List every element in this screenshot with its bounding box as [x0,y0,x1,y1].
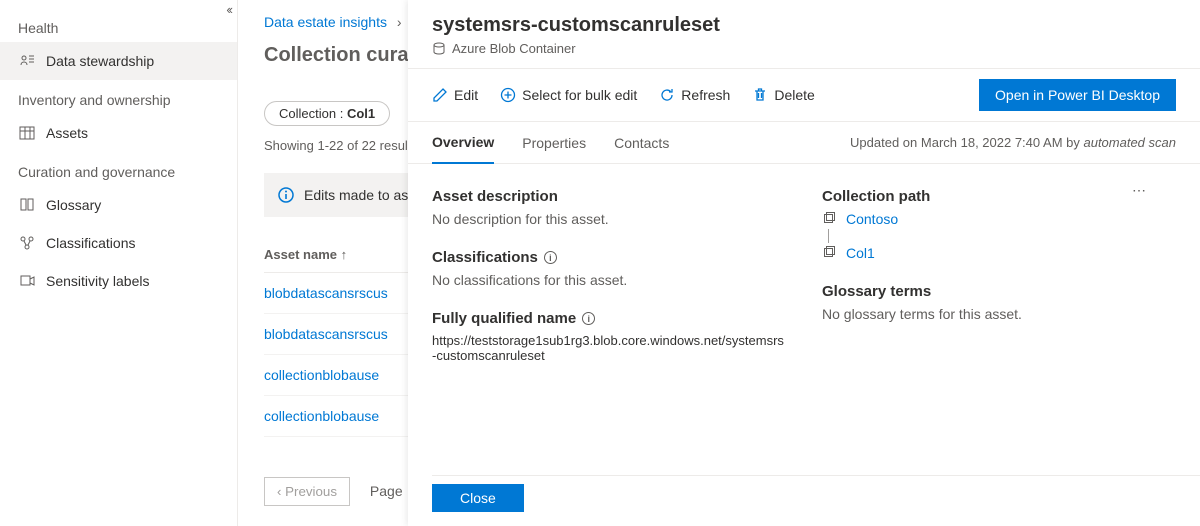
section-title-collection-path: Collection path [822,188,1176,205]
asset-title: systemsrs-customscanruleset [432,14,1176,37]
info-icon [278,187,294,203]
table-row[interactable]: collectionblobause [264,396,408,437]
sidebar-label: Glossary [46,197,101,213]
label: Delete [774,87,814,103]
sidebar-label: Classifications [46,235,135,251]
asset-link[interactable]: blobdatascansrscus [264,285,388,301]
delete-button[interactable]: Delete [752,87,814,103]
tab-contacts[interactable]: Contacts [614,123,669,163]
section-curation: Curation and governance [0,152,237,186]
collection-icon [822,246,836,260]
collection-link[interactable]: Col1 [846,245,875,261]
sidebar-label: Data stewardship [46,53,154,69]
previous-button[interactable]: ‹ Previous [264,477,350,506]
divider [432,475,1200,476]
label: Refresh [681,87,730,103]
stewardship-icon [18,52,36,70]
pagination: ‹ Previous Page [264,477,408,506]
breadcrumb-root[interactable]: Data estate insights [264,14,387,30]
sensitivity-icon [18,272,36,290]
label: Edit [454,87,478,103]
asset-subtype: Azure Blob Container [452,41,576,56]
sidebar-item-glossary[interactable]: Glossary [0,186,237,224]
plus-circle-icon [500,87,516,103]
info-hint-icon[interactable]: i [582,312,595,325]
breadcrumb[interactable]: Data estate insights › [264,14,408,30]
column-label: Asset name [264,247,337,262]
section-title-description: Asset description [432,188,786,205]
collection-icon [822,212,836,226]
sidebar-item-assets[interactable]: Assets [0,114,237,152]
asset-link[interactable]: collectionblobause [264,408,379,424]
classifications-icon [18,234,36,252]
delete-icon [752,87,768,103]
pill-label: Collection : [279,106,343,121]
sort-asc-icon: ↑ [341,247,348,262]
section-inventory: Inventory and ownership [0,80,237,114]
detail-tabs: Overview Properties Contacts Updated on … [408,122,1200,164]
chevron-right-icon: › [397,14,402,30]
overview-right-col: ⋯ Collection path Contoso Col1 Glossary … [822,182,1176,363]
description-body: No description for this asset. [432,211,786,227]
section-health: Health [0,8,237,42]
table-row[interactable]: collectionblobause [264,355,408,396]
label: Select for bulk edit [522,87,637,103]
middle-column: Data estate insights › Collection curati… [238,0,408,526]
edit-button[interactable]: Edit [432,87,478,103]
more-menu-icon[interactable]: ⋯ [1132,182,1148,199]
refresh-icon [659,87,675,103]
results-count: Showing 1-22 of 22 resul [264,138,408,153]
updated-timestamp: Updated on March 18, 2022 7:40 AM by aut… [850,123,1176,162]
select-bulk-button[interactable]: Select for bulk edit [500,87,637,103]
table-row[interactable]: blobdatascansrscus [264,314,408,355]
page-label: Page [370,483,403,499]
sidebar-label: Assets [46,125,88,141]
sidebar-item-classifications[interactable]: Classifications [0,224,237,262]
detail-header: systemsrs-customscanruleset Azure Blob C… [408,0,1200,68]
path-connector [828,229,1176,243]
tab-properties[interactable]: Properties [522,123,586,163]
collection-path-item[interactable]: Contoso [822,211,1176,227]
close-button[interactable]: Close [432,484,524,512]
glossary-icon [18,196,36,214]
collection-path-item[interactable]: Col1 [822,245,1176,261]
blob-container-icon [432,42,446,56]
info-banner: Edits made to as [264,173,408,217]
section-title-classifications: Classifications i [432,249,786,266]
table-header-asset-name[interactable]: Asset name ↑ [264,247,408,273]
section-title-glossary: Glossary terms [822,283,1176,300]
pill-value: Col1 [347,106,375,121]
collapse-icon[interactable]: ‹‹ [226,2,231,17]
sidebar-item-stewardship[interactable]: Data stewardship [0,42,237,80]
table-row[interactable]: blobdatascansrscus [264,273,408,314]
overview-content: Asset description No description for thi… [408,164,1200,381]
info-text: Edits made to as [304,187,408,203]
overview-left-col: Asset description No description for thi… [432,182,786,363]
filter-pill-collection[interactable]: Collection : Col1 [264,101,390,126]
section-title-fqn: Fully qualified name i [432,310,786,327]
open-power-bi-button[interactable]: Open in Power BI Desktop [979,79,1176,111]
left-sidebar: ‹‹ Health Data stewardship Inventory and… [0,0,238,526]
asset-link[interactable]: blobdatascansrscus [264,326,388,342]
edit-icon [432,87,448,103]
info-hint-icon[interactable]: i [544,251,557,264]
asset-link[interactable]: collectionblobause [264,367,379,383]
classifications-body: No classifications for this asset. [432,272,786,288]
sidebar-label: Sensitivity labels [46,273,150,289]
refresh-button[interactable]: Refresh [659,87,730,103]
page-title: Collection curati [264,44,408,67]
collection-link[interactable]: Contoso [846,211,898,227]
detail-toolbar: Edit Select for bulk edit Refresh Delete… [408,68,1200,122]
sidebar-item-sensitivity[interactable]: Sensitivity labels [0,262,237,300]
fqn-value: https://teststorage1sub1rg3.blob.core.wi… [432,333,786,363]
tab-overview[interactable]: Overview [432,122,494,164]
assets-icon [18,124,36,142]
glossary-body: No glossary terms for this asset. [822,306,1176,322]
detail-panel: systemsrs-customscanruleset Azure Blob C… [408,0,1200,526]
